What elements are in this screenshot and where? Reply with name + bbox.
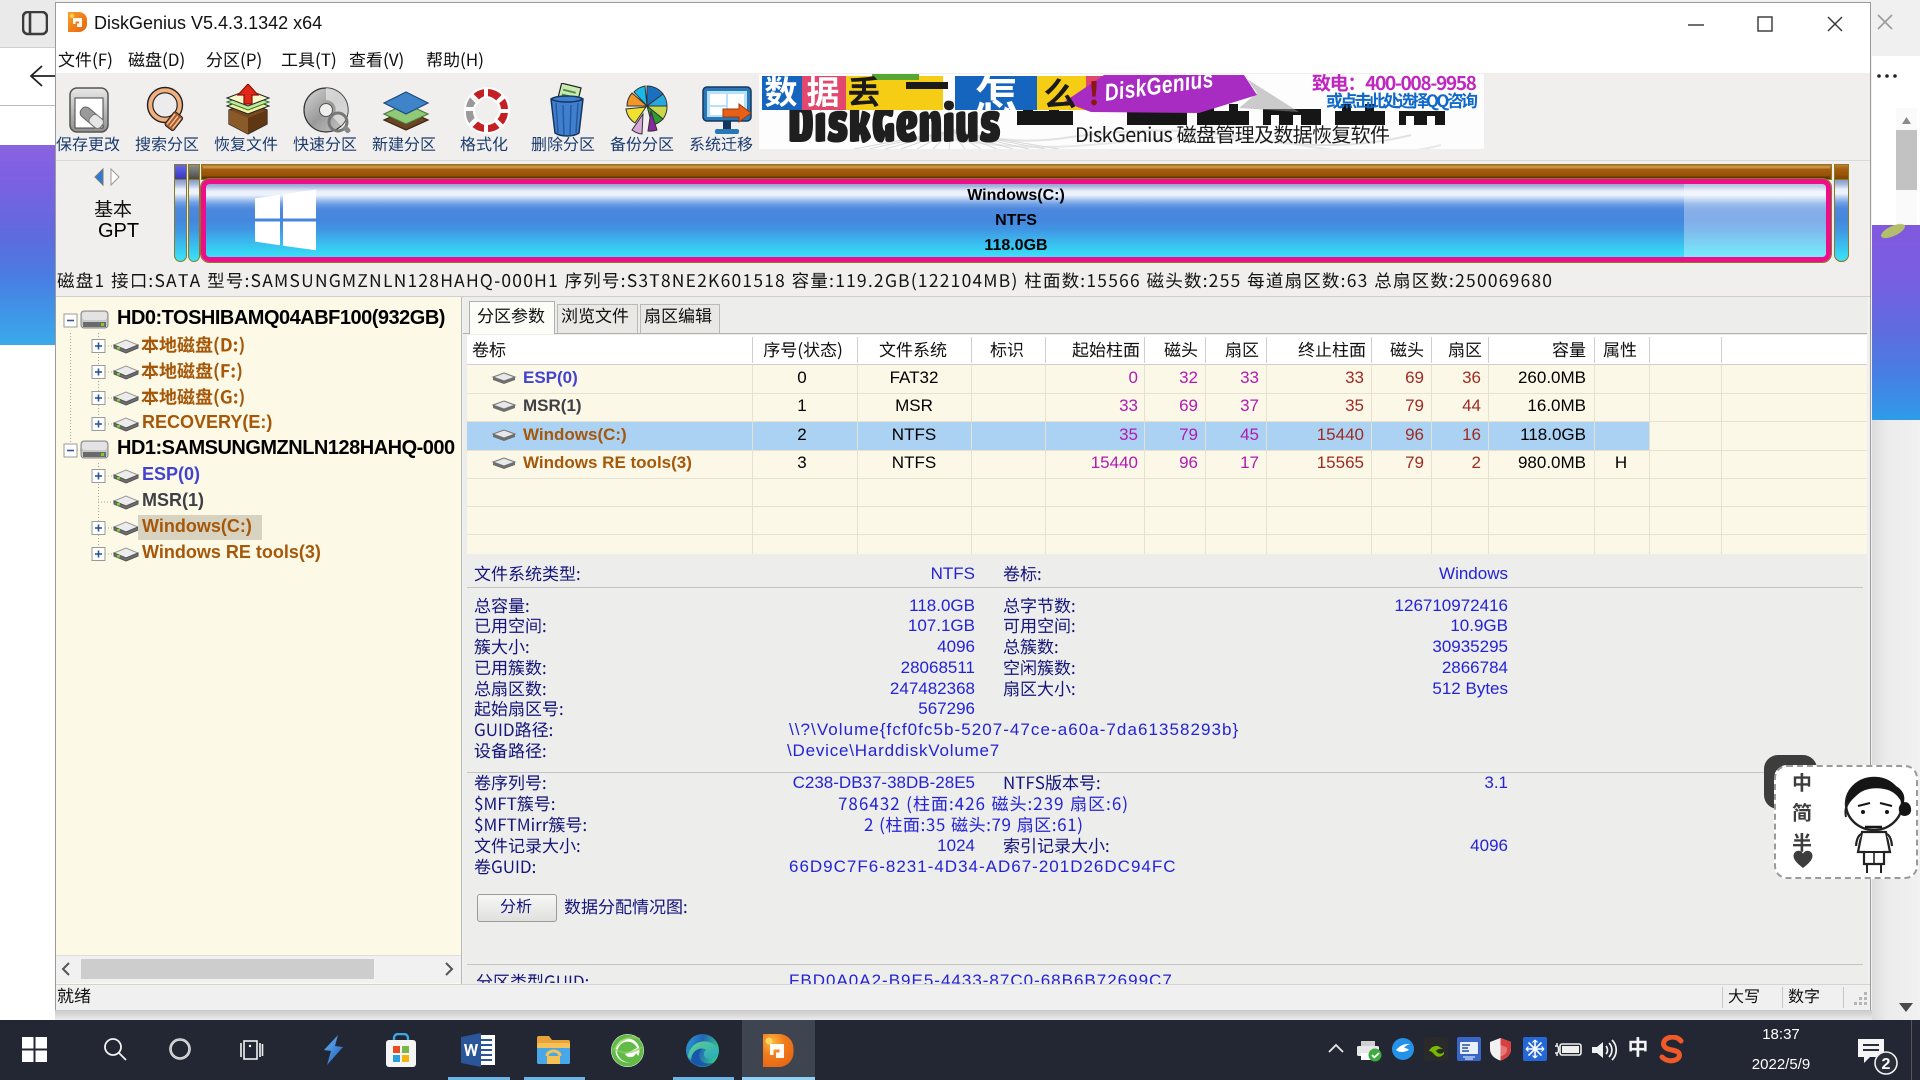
svg-text:2: 2	[1882, 1056, 1891, 1073]
